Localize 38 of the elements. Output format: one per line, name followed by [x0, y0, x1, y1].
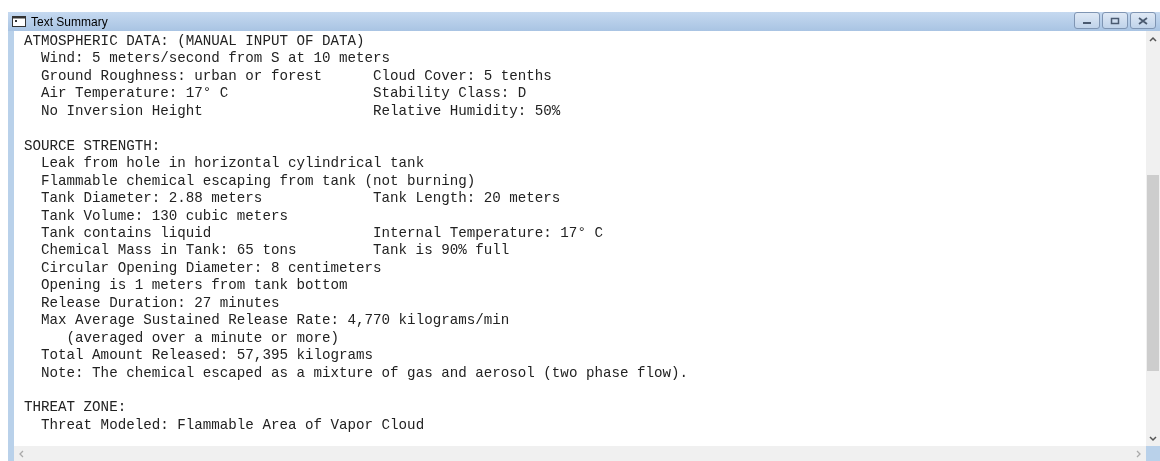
summary-line: No Inversion Height [41, 102, 204, 121]
summary-line: Tank Length: 20 meters [373, 190, 561, 208]
summary-line: Relative Humidity: 50% [373, 102, 561, 121]
window-title: Text Summary [31, 13, 108, 31]
app-icon [12, 16, 26, 27]
summary-line: Air Temperature: 17° C [41, 85, 230, 103]
summary-line: Leak from hole in horizontal cylindrical tank [41, 155, 425, 173]
summary-line: Tank contains liquid [41, 224, 213, 243]
section-heading: SOURCE STRENGTH: [24, 137, 161, 156]
summary-line: Note: The chemical escaped as a mixture of gas and aerosol (two phase flow). [41, 364, 689, 383]
summary-line: Tank Volume: 130 cubic meters [41, 207, 288, 225]
maximize-icon [1110, 16, 1120, 25]
summary-line: Tank is 90% full [373, 242, 510, 260]
close-button[interactable] [1130, 12, 1156, 29]
scroll-down-icon[interactable] [1149, 436, 1157, 442]
scroll-up-icon[interactable] [1149, 36, 1157, 42]
summary-line: Chemical Mass in Tank: 65 tons [41, 242, 298, 260]
close-icon [1138, 16, 1148, 25]
summary-line: Release Duration: 27 minutes [41, 294, 280, 313]
summary-line: Total Amount Released: 57,395 kilograms [41, 347, 374, 365]
summary-line: Flammable chemical escaping from tank (not burning) [41, 172, 476, 191]
section-heading: THREAT ZONE: [24, 399, 127, 417]
summary-line: Opening is 1 meters from tank bottom [41, 277, 348, 295]
summary-line: Tank Diameter: 2.88 meters [41, 190, 264, 208]
summary-line: Cloud Cover: 5 tenths [373, 67, 552, 86]
minimize-button[interactable] [1074, 12, 1100, 29]
summary-line: (averaged over a minute or more) [66, 329, 339, 348]
summary-line: Circular Opening Diameter: 8 centimeters [41, 259, 382, 278]
summary-line: Threat Modeled: Flammable Area of Vapor Cloud [41, 416, 425, 435]
summary-line: Max Average Sustained Release Rate: 4,770 kilograms/min [41, 312, 510, 330]
vertical-scrollbar[interactable] [1146, 31, 1160, 446]
scroll-thumb[interactable] [1147, 175, 1159, 371]
summary-line: Wind: 5 meters/second from S at 10 meters [41, 50, 391, 68]
summary-line: Internal Temperature: 17° C [373, 224, 603, 243]
summary-line: Ground Roughness: urban or forest [41, 67, 323, 86]
maximize-button[interactable] [1102, 12, 1128, 29]
section-heading: ATMOSPHERIC DATA: (MANUAL INPUT OF DATA) [24, 33, 365, 51]
summary-line: Stability Class: D [373, 85, 527, 103]
